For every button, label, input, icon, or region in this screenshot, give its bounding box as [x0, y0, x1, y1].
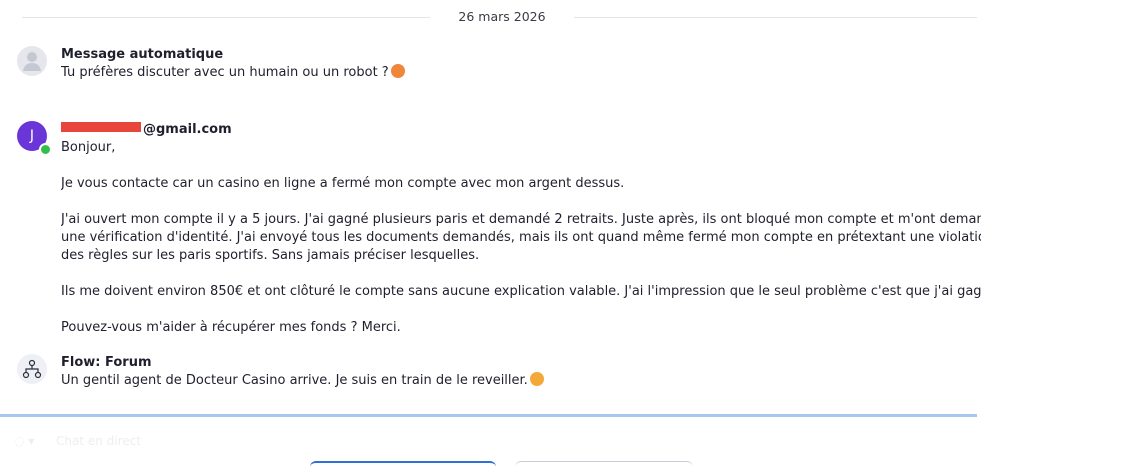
composer-channel-label[interactable]: Chat en direct — [56, 434, 141, 448]
online-status-icon — [39, 143, 52, 156]
message-line: Pouvez-vous m'aider à récupérer mes fond… — [61, 320, 401, 335]
divider-line-left — [22, 17, 430, 18]
divider-date: 26 mars 2026 — [458, 9, 546, 24]
chat-icon: ◌ ▾ — [14, 434, 35, 448]
primary-button[interactable] — [310, 461, 496, 473]
divider-line-right — [574, 17, 977, 18]
email-domain: @gmail.com — [143, 122, 232, 137]
message-content: Message automatique Tu préfères discuter… — [61, 46, 981, 82]
message-author-email: @gmail.com — [61, 121, 981, 139]
secondary-button[interactable] — [515, 461, 693, 472]
message-text: Tu préfères discuter avec un humain ou u… — [61, 64, 981, 82]
message-content: @gmail.com Bonjour, Je vous contacte car… — [61, 121, 981, 337]
message-line: Bonjour, — [61, 140, 116, 155]
message-line: une vérification d'identité. J'ai envoyé… — [61, 230, 981, 245]
message-line: des règles sur les paris sportifs. Sans … — [61, 248, 480, 263]
robot-emoji-icon — [390, 64, 405, 78]
message-author: Flow: Forum — [61, 355, 152, 370]
message-content: Flow: Forum Un gentil agent de Docteur C… — [61, 354, 981, 390]
redaction-mark — [61, 122, 141, 132]
message-line: Je vous contacte car un casino en ligne … — [61, 176, 625, 191]
message-text: Un gentil agent de Docteur Casino arrive… — [61, 372, 981, 390]
message-line: Tu préfères discuter avec un humain ou u… — [61, 65, 389, 80]
message-line: Ils me doivent environ 850€ et ont clôtu… — [61, 284, 981, 299]
sleepy-face-emoji-icon — [529, 372, 544, 386]
flow-icon — [17, 354, 47, 384]
user-icon — [17, 46, 47, 76]
message-line: Un gentil agent de Docteur Casino arrive… — [61, 373, 528, 388]
message-author: Message automatique — [61, 47, 224, 62]
message-line: J'ai ouvert mon compte il y a 5 jours. J… — [61, 212, 981, 227]
composer-divider — [0, 414, 977, 417]
date-divider: 26 mars 2026 — [22, 8, 977, 28]
